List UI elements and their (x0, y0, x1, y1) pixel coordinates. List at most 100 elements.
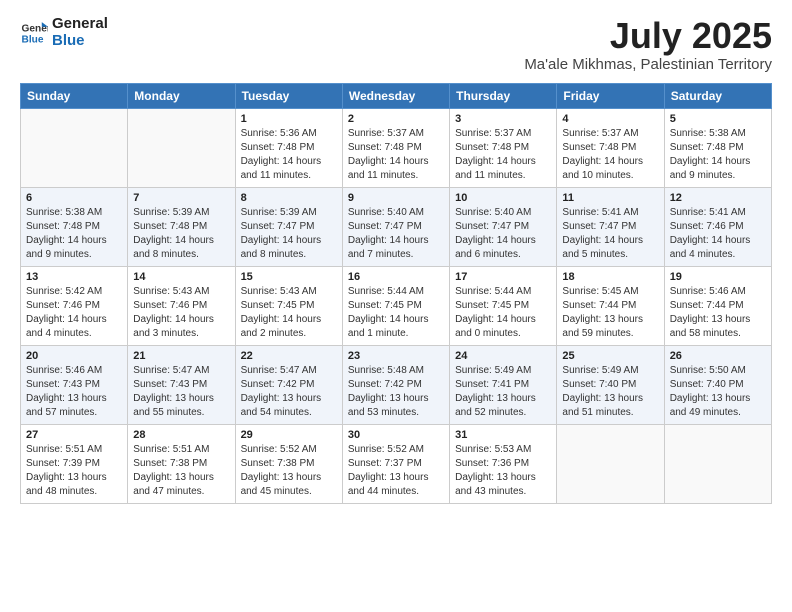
calendar-cell: 27 Sunrise: 5:51 AMSunset: 7:39 PMDayligh… (21, 424, 128, 503)
day-number: 2 (348, 113, 444, 125)
day-info: Sunrise: 5:52 AMSunset: 7:37 PMDaylight:… (348, 443, 444, 499)
page-subtitle: Ma'ale Mikhmas, Palestinian Territory (524, 56, 772, 73)
day-number: 18 (562, 271, 658, 283)
day-number: 29 (241, 429, 337, 441)
calendar-cell: 2Sunrise: 5:37 AMSunset: 7:48 PMDaylight… (342, 108, 449, 187)
day-info: Sunrise: 5:50 AMSunset: 7:40 PMDaylight:… (670, 364, 766, 420)
calendar-week-row: 6 Sunrise: 5:38 AMSunset: 7:48 PMDaylight… (21, 187, 772, 266)
day-number: 14 (133, 271, 229, 283)
day-number: 11 (562, 192, 658, 204)
calendar-cell: 22 Sunrise: 5:47 AMSunset: 7:42 PMDayligh… (235, 345, 342, 424)
day-number: 23 (348, 350, 444, 362)
day-number: 12 (670, 192, 766, 204)
calendar-cell: 12Sunrise: 5:41 AMSunset: 7:46 PMDayligh… (664, 187, 771, 266)
day-info: Sunrise: 5:38 AMSunset: 7:48 PMDaylight:… (670, 127, 766, 183)
day-info: Sunrise: 5:44 AMSunset: 7:45 PMDaylight:… (455, 285, 551, 341)
page-title: July 2025 (524, 16, 772, 56)
day-info: Sunrise: 5:40 AMSunset: 7:47 PMDaylight:… (348, 206, 444, 262)
day-info: Sunrise: 5:43 AMSunset: 7:46 PMDaylight:… (133, 285, 229, 341)
day-info: Sunrise: 5:47 AMSunset: 7:42 PMDaylight:… (241, 364, 337, 420)
col-sunday: Sunday (21, 83, 128, 108)
calendar-cell: 30Sunrise: 5:52 AMSunset: 7:37 PMDayligh… (342, 424, 449, 503)
calendar-week-row: 27 Sunrise: 5:51 AMSunset: 7:39 PMDayligh… (21, 424, 772, 503)
calendar-week-row: 1 Sunrise: 5:36 AMSunset: 7:48 PMDaylight… (21, 108, 772, 187)
day-number: 27 (26, 429, 122, 441)
day-number: 10 (455, 192, 551, 204)
day-number: 7 (133, 192, 229, 204)
day-number: 9 (348, 192, 444, 204)
day-info: Sunrise: 5:39 AMSunset: 7:48 PMDaylight:… (133, 206, 229, 262)
day-number: 13 (26, 271, 122, 283)
day-number: 28 (133, 429, 229, 441)
calendar-cell: 17 Sunrise: 5:44 AMSunset: 7:45 PMDayligh… (450, 266, 557, 345)
calendar-cell: 25Sunrise: 5:49 AMSunset: 7:40 PMDayligh… (557, 345, 664, 424)
col-wednesday: Wednesday (342, 83, 449, 108)
calendar-cell: 20Sunrise: 5:46 AMSunset: 7:43 PMDayligh… (21, 345, 128, 424)
page: General Blue General Blue July 2025 Ma'a… (0, 0, 792, 612)
header: General Blue General Blue July 2025 Ma'a… (20, 16, 772, 73)
day-info: Sunrise: 5:43 AMSunset: 7:45 PMDaylight:… (241, 285, 337, 341)
day-number: 6 (26, 192, 122, 204)
day-number: 15 (241, 271, 337, 283)
calendar-week-row: 13 Sunrise: 5:42 AMSunset: 7:46 PMDayligh… (21, 266, 772, 345)
calendar-cell: 9 Sunrise: 5:40 AMSunset: 7:47 PMDaylight… (342, 187, 449, 266)
day-number: 26 (670, 350, 766, 362)
logo-icon: General Blue (20, 19, 48, 47)
calendar-cell: 26 Sunrise: 5:50 AMSunset: 7:40 PMDayligh… (664, 345, 771, 424)
day-number: 25 (562, 350, 658, 362)
day-info: Sunrise: 5:45 AMSunset: 7:44 PMDaylight:… (562, 285, 658, 341)
calendar-cell: 1 Sunrise: 5:36 AMSunset: 7:48 PMDaylight… (235, 108, 342, 187)
calendar-cell: 5 Sunrise: 5:38 AMSunset: 7:48 PMDaylight… (664, 108, 771, 187)
calendar-cell: 28Sunrise: 5:51 AMSunset: 7:38 PMDayligh… (128, 424, 235, 503)
calendar-cell (664, 424, 771, 503)
title-area: July 2025 Ma'ale Mikhmas, Palestinian Te… (524, 16, 772, 73)
calendar-cell: 14 Sunrise: 5:43 AMSunset: 7:46 PMDayligh… (128, 266, 235, 345)
day-info: Sunrise: 5:36 AMSunset: 7:48 PMDaylight:… (241, 127, 337, 183)
day-info: Sunrise: 5:53 AMSunset: 7:36 PMDaylight:… (455, 443, 551, 499)
day-number: 1 (241, 113, 337, 125)
day-info: Sunrise: 5:41 AMSunset: 7:47 PMDaylight:… (562, 206, 658, 262)
calendar-cell (21, 108, 128, 187)
calendar-cell (128, 108, 235, 187)
calendar-week-row: 20Sunrise: 5:46 AMSunset: 7:43 PMDayligh… (21, 345, 772, 424)
day-info: Sunrise: 5:48 AMSunset: 7:42 PMDaylight:… (348, 364, 444, 420)
calendar-header-row: Sunday Monday Tuesday Wednesday Thursday… (21, 83, 772, 108)
day-info: Sunrise: 5:47 AMSunset: 7:43 PMDaylight:… (133, 364, 229, 420)
col-monday: Monday (128, 83, 235, 108)
calendar-cell: 19 Sunrise: 5:46 AMSunset: 7:44 PMDayligh… (664, 266, 771, 345)
col-tuesday: Tuesday (235, 83, 342, 108)
day-info: Sunrise: 5:44 AMSunset: 7:45 PMDaylight:… (348, 285, 444, 341)
calendar-cell: 15 Sunrise: 5:43 AMSunset: 7:45 PMDayligh… (235, 266, 342, 345)
calendar-cell: 10Sunrise: 5:40 AMSunset: 7:47 PMDayligh… (450, 187, 557, 266)
calendar-cell: 29Sunrise: 5:52 AMSunset: 7:38 PMDayligh… (235, 424, 342, 503)
day-info: Sunrise: 5:42 AMSunset: 7:46 PMDaylight:… (26, 285, 122, 341)
day-number: 24 (455, 350, 551, 362)
day-info: Sunrise: 5:37 AMSunset: 7:48 PMDaylight:… (455, 127, 551, 183)
calendar-cell: 4 Sunrise: 5:37 AMSunset: 7:48 PMDaylight… (557, 108, 664, 187)
calendar-cell: 11 Sunrise: 5:41 AMSunset: 7:47 PMDayligh… (557, 187, 664, 266)
logo-text-line1: General (52, 16, 108, 33)
day-number: 5 (670, 113, 766, 125)
calendar-cell: 8Sunrise: 5:39 AMSunset: 7:47 PMDaylight… (235, 187, 342, 266)
calendar-cell: 24Sunrise: 5:49 AMSunset: 7:41 PMDayligh… (450, 345, 557, 424)
day-number: 4 (562, 113, 658, 125)
day-info: Sunrise: 5:51 AMSunset: 7:39 PMDaylight:… (26, 443, 122, 499)
day-number: 22 (241, 350, 337, 362)
calendar-cell (557, 424, 664, 503)
day-info: Sunrise: 5:46 AMSunset: 7:44 PMDaylight:… (670, 285, 766, 341)
day-number: 8 (241, 192, 337, 204)
day-number: 17 (455, 271, 551, 283)
calendar-cell: 21Sunrise: 5:47 AMSunset: 7:43 PMDayligh… (128, 345, 235, 424)
col-thursday: Thursday (450, 83, 557, 108)
day-number: 3 (455, 113, 551, 125)
logo-text-line2: Blue (52, 33, 108, 50)
calendar-cell: 13 Sunrise: 5:42 AMSunset: 7:46 PMDayligh… (21, 266, 128, 345)
day-number: 20 (26, 350, 122, 362)
calendar-cell: 16 Sunrise: 5:44 AMSunset: 7:45 PMDayligh… (342, 266, 449, 345)
calendar-cell: 23 Sunrise: 5:48 AMSunset: 7:42 PMDayligh… (342, 345, 449, 424)
day-number: 16 (348, 271, 444, 283)
day-number: 19 (670, 271, 766, 283)
day-info: Sunrise: 5:38 AMSunset: 7:48 PMDaylight:… (26, 206, 122, 262)
svg-text:Blue: Blue (22, 34, 44, 45)
day-info: Sunrise: 5:37 AMSunset: 7:48 PMDaylight:… (562, 127, 658, 183)
